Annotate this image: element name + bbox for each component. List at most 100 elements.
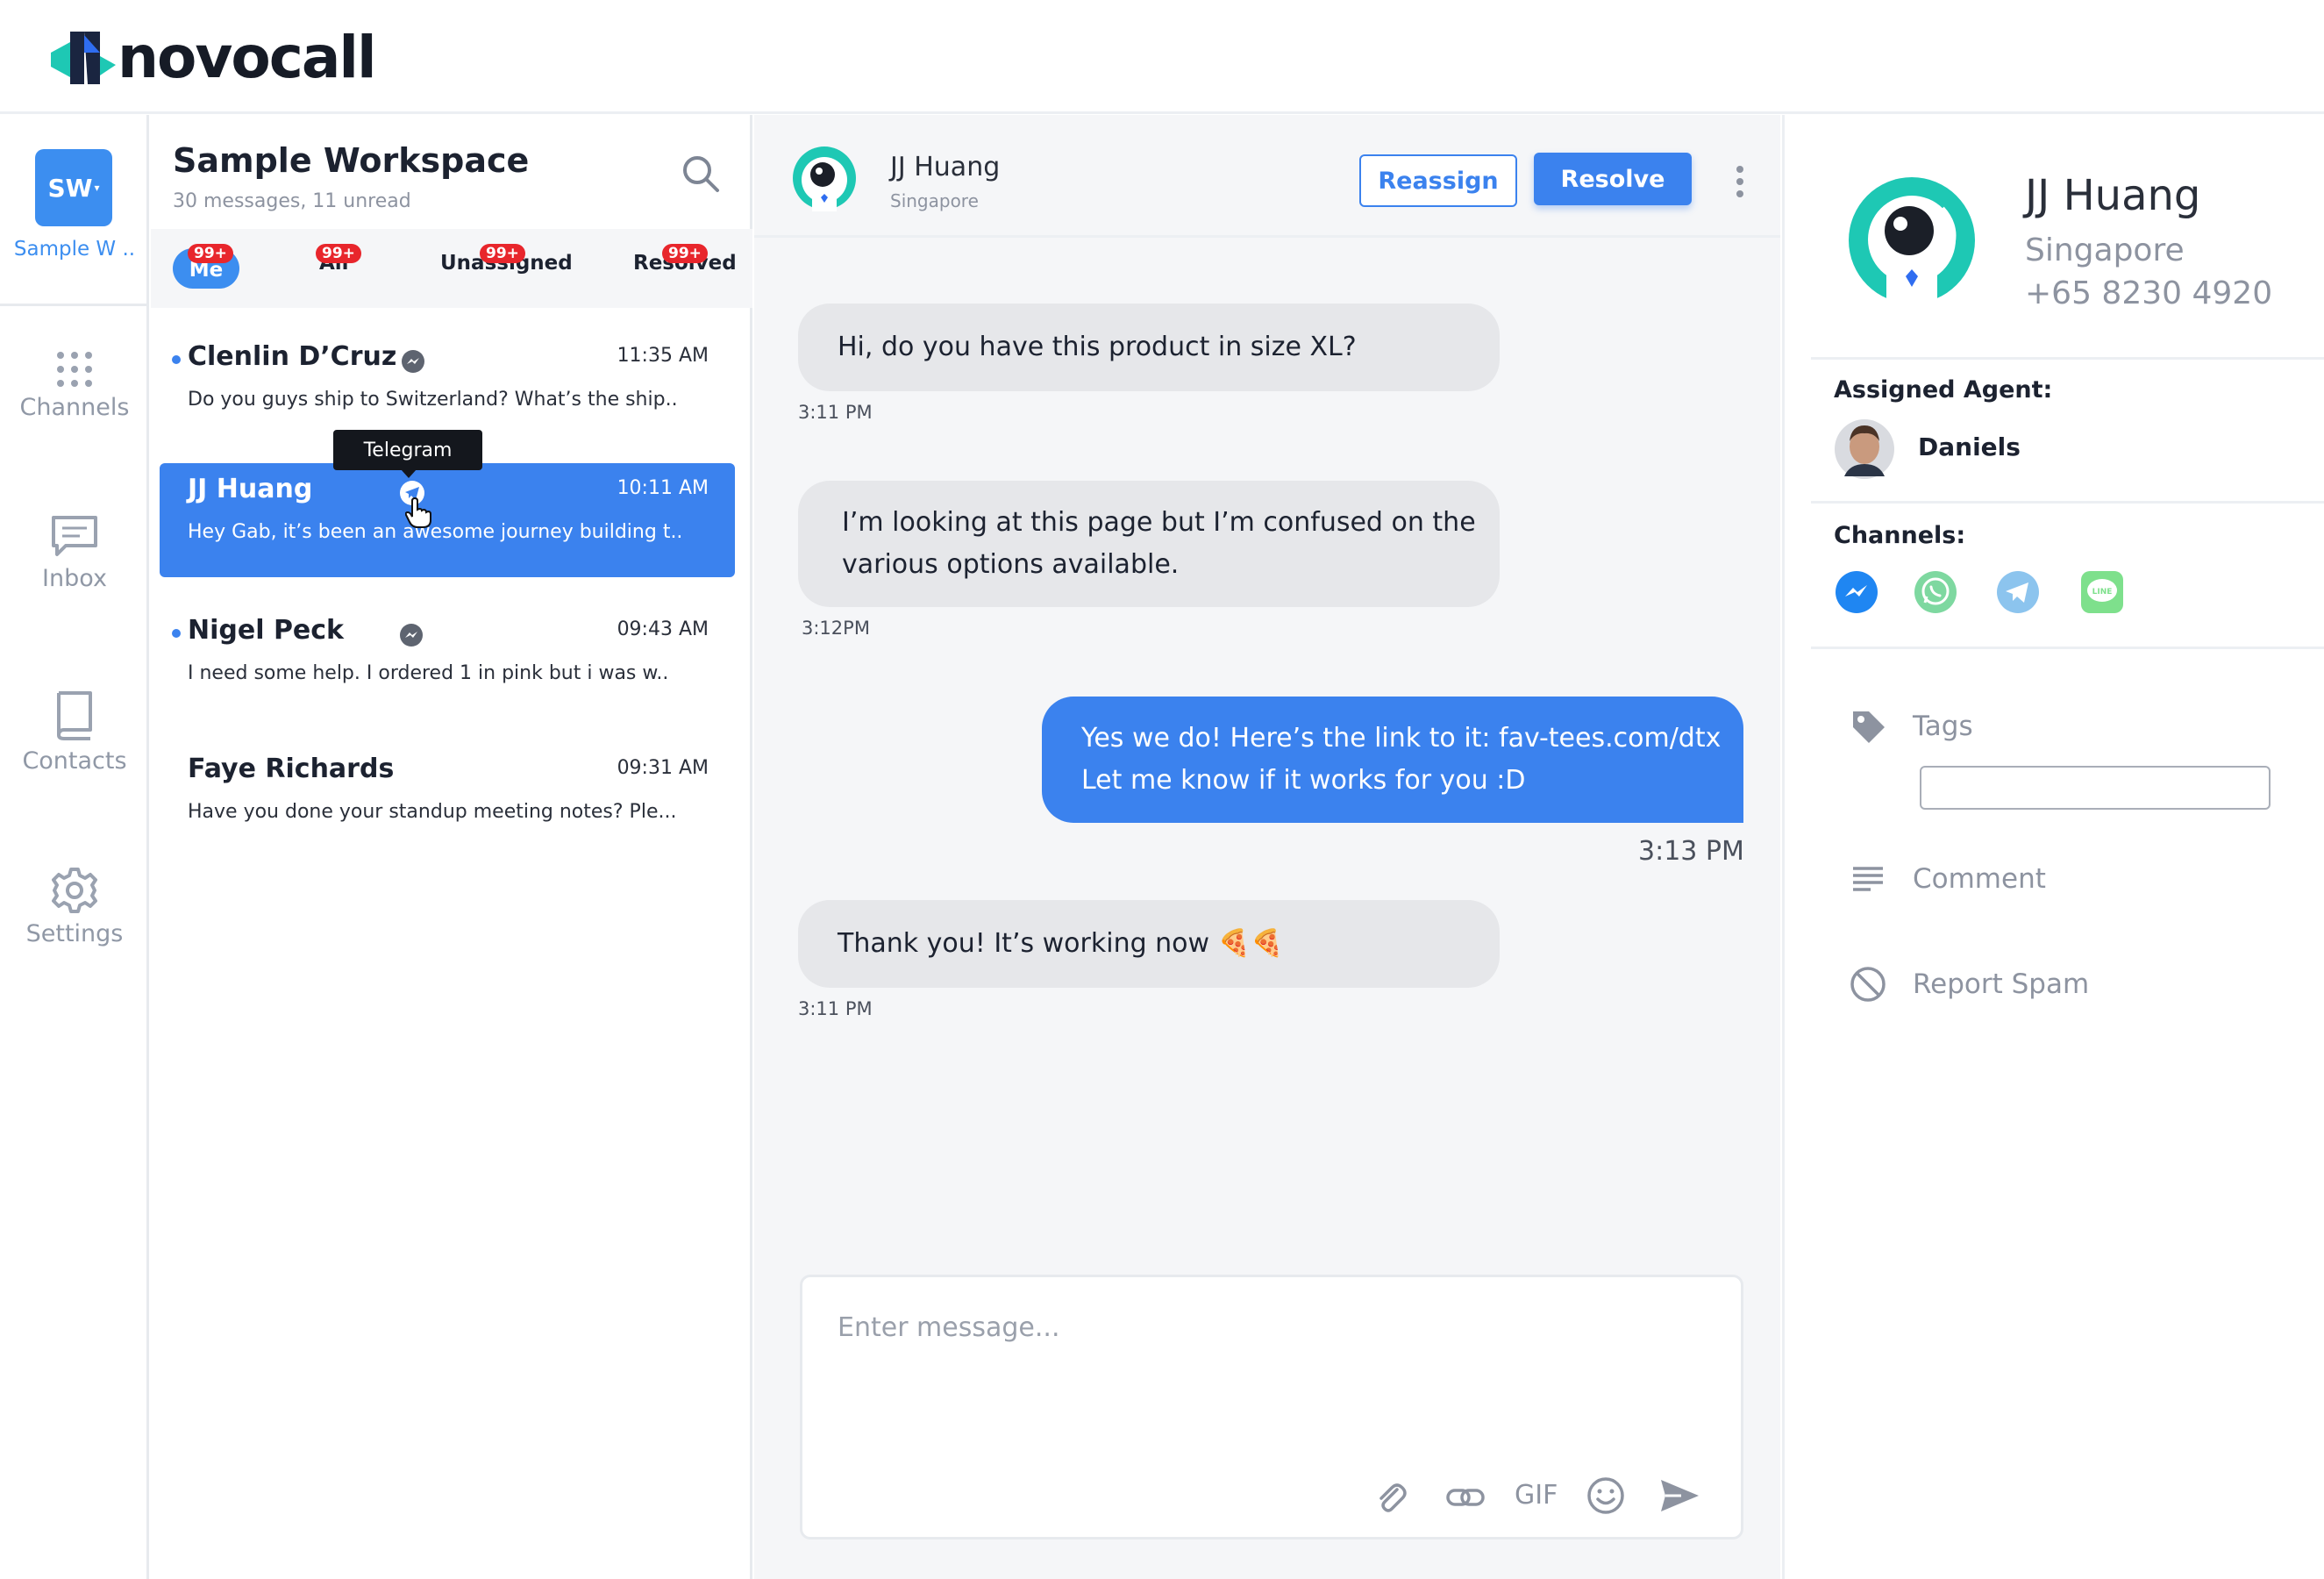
report-spam-label: Report Spam	[1913, 968, 2090, 1000]
message-text: Yes we do! Here’s the link to it: fav-te…	[1081, 723, 1722, 754]
profile-phone[interactable]: +65 8230 4920	[2025, 275, 2272, 311]
contact-profile-avatar	[1849, 177, 1975, 306]
conversation-time: 11:35 AM	[617, 345, 709, 367]
profile-location: Singapore	[2025, 232, 2185, 268]
book-icon	[57, 691, 92, 740]
contact-avatar[interactable]	[791, 145, 858, 211]
message-composer[interactable]: Enter message... GIF	[800, 1275, 1743, 1540]
nav-label: Settings	[25, 920, 124, 947]
comment-label: Comment	[1913, 863, 2046, 895]
text-lines-icon	[1853, 867, 1883, 891]
conversation-time: 10:11 AM	[617, 477, 709, 499]
message-text: Thank you! It’s working now 🍕🍕	[838, 928, 1284, 959]
conversation-preview: Have you done your standup meeting notes…	[188, 801, 677, 823]
channels-label: Channels:	[1834, 522, 1966, 549]
tab-me-badge: 99+	[188, 244, 233, 263]
conversation-name: Clenlin D’Cruz	[188, 341, 397, 372]
tags-label: Tags	[1913, 711, 1973, 742]
novocall-logo[interactable]: novocall	[46, 26, 377, 89]
message-bubble-incoming: I’m looking at this page but I’m confuse…	[798, 481, 1500, 607]
messenger-icon	[402, 350, 424, 373]
messenger-icon	[400, 624, 423, 647]
grid-dots-icon	[57, 352, 92, 387]
chat-contact-location: Singapore	[890, 190, 979, 211]
message-input[interactable]: Enter message...	[838, 1312, 1060, 1343]
comment-section[interactable]: Comment	[1850, 861, 2046, 897]
workspace-avatar[interactable]: SW ▾	[35, 149, 112, 226]
send-icon[interactable]	[1658, 1477, 1700, 1514]
message-time: 3:11 PM	[798, 998, 873, 1019]
unread-dot	[172, 629, 181, 638]
tab-resolved-badge: 99+	[662, 244, 708, 263]
search-icon[interactable]	[681, 154, 721, 194]
block-icon	[1850, 967, 1886, 1002]
tags-input[interactable]	[1920, 766, 2271, 810]
profile-name: JJ Huang	[2025, 171, 2201, 220]
message-text: Let me know if it works for you :D	[1081, 765, 1526, 796]
channel-tooltip: Telegram	[333, 430, 482, 478]
nav-item-channels[interactable]: Channels	[0, 350, 149, 421]
divider	[1811, 357, 2324, 360]
gear-icon	[52, 868, 97, 913]
agent-name: Daniels	[1918, 432, 2021, 461]
workspace-subtitle: 30 messages, 11 unread	[173, 190, 411, 212]
conversation-item[interactable]: Faye Richards 09:31 AM Have you done you…	[160, 743, 735, 857]
hand-cursor-icon	[405, 497, 431, 528]
telegram-icon[interactable]	[1995, 569, 2041, 615]
message-bubble-incoming: Thank you! It’s working now 🍕🍕	[798, 900, 1500, 988]
conversation-item[interactable]: Clenlin D’Cruz 11:35 AM Do you guys ship…	[160, 331, 735, 445]
workspace-initials: SW	[47, 173, 93, 203]
message-text: various options available.	[842, 549, 1180, 580]
novocall-logo-icon	[51, 32, 116, 84]
conversation-name: JJ Huang	[188, 474, 313, 504]
conversation-name: Faye Richards	[188, 754, 395, 784]
link-icon[interactable]	[1445, 1479, 1486, 1516]
chat-bubble-icon	[52, 516, 97, 556]
caret-down-icon: ▾	[94, 182, 100, 194]
conversation-time: 09:31 AM	[617, 757, 709, 779]
nav-label: Inbox	[42, 565, 107, 592]
nav-item-settings[interactable]: Settings	[0, 866, 149, 947]
top-bar: novocall	[0, 0, 2324, 114]
conversation-time: 09:43 AM	[617, 618, 709, 640]
tab-all-badge: 99+	[316, 244, 361, 263]
chat-header: JJ Huang Singapore Reassign Resolve	[754, 115, 1780, 238]
divider	[1811, 647, 2324, 649]
message-time: 3:12PM	[802, 618, 870, 639]
gif-icon[interactable]: GIF	[1515, 1480, 1558, 1511]
more-options-icon[interactable]	[1734, 164, 1746, 199]
nav-label: Channels	[19, 394, 130, 421]
left-navigation: SW ▾ Sample W .. Channels Inbox Contacts	[0, 115, 149, 1579]
message-text: I’m looking at this page but I’m confuse…	[842, 507, 1476, 538]
resolve-button[interactable]: Resolve	[1534, 153, 1692, 205]
workspace-switcher[interactable]: SW ▾ Sample W ..	[0, 115, 149, 306]
reassign-button[interactable]: Reassign	[1359, 154, 1517, 207]
nav-item-contacts[interactable]: Contacts	[0, 689, 149, 775]
unread-dot	[172, 355, 181, 364]
svg-text:LINE: LINE	[2092, 588, 2113, 597]
message-text: Hi, do you have this product in size XL?	[838, 332, 1357, 362]
report-spam-button[interactable]: Report Spam	[1850, 966, 2089, 1003]
message-time: 3:13 PM	[1638, 836, 1744, 867]
line-icon[interactable]: LINE	[2079, 569, 2125, 615]
smiley-icon[interactable]	[1586, 1475, 1626, 1516]
nav-item-inbox[interactable]: Inbox	[0, 514, 149, 592]
paperclip-icon[interactable]	[1372, 1479, 1409, 1516]
divider	[1811, 501, 2324, 504]
whatsapp-icon[interactable]	[1913, 569, 1958, 615]
conversation-item-active[interactable]: JJ Huang 10:11 AM Hey Gab, it’s been an …	[160, 463, 735, 577]
messenger-icon[interactable]	[1834, 569, 1879, 615]
conversation-preview: Do you guys ship to Switzerland? What’s …	[188, 389, 678, 411]
conversation-preview: Hey Gab, it’s been an awesome journey bu…	[188, 521, 683, 543]
message-bubble-outgoing: Yes we do! Here’s the link to it: fav-te…	[1042, 697, 1743, 823]
message-time: 3:11 PM	[798, 402, 873, 423]
workspace-short-name: Sample W ..	[13, 238, 136, 261]
conversation-name: Nigel Peck	[188, 615, 345, 646]
conversation-list-panel: Sample Workspace 30 messages, 11 unread …	[151, 115, 752, 1579]
conversation-item[interactable]: Nigel Peck 09:43 AM I need some help. I …	[160, 604, 735, 718]
tags-section[interactable]: Tags	[1850, 708, 1973, 745]
agent-avatar	[1835, 419, 1894, 479]
tab-unassigned-badge: 99+	[480, 244, 525, 263]
nav-label: Contacts	[22, 747, 127, 775]
tag-icon	[1853, 711, 1885, 743]
